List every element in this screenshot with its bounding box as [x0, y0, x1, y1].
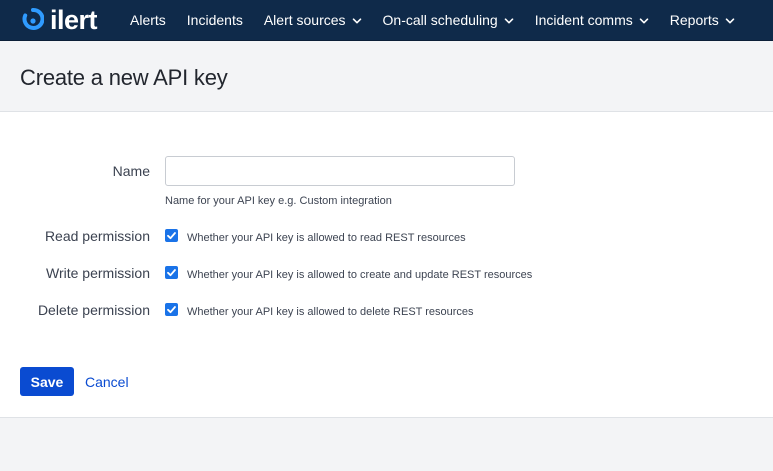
save-button[interactable]: Save	[20, 367, 74, 396]
main-nav: Alerts Incidents Alert sources On-call s…	[130, 0, 756, 41]
nav-item-alerts[interactable]: Alerts	[130, 0, 166, 41]
nav-item-alert-sources[interactable]: Alert sources	[264, 0, 362, 41]
delete-permission-checkbox[interactable]	[165, 303, 178, 316]
chevron-down-icon	[639, 17, 649, 23]
name-input[interactable]	[165, 156, 515, 186]
name-help-text: Name for your API key e.g. Custom integr…	[165, 195, 392, 207]
delete-permission-label: Delete permission	[37, 302, 150, 318]
page-footer-background	[0, 418, 773, 471]
read-permission-help-text: Whether your API key is allowed to read …	[187, 232, 466, 244]
delete-permission-help-text: Whether your API key is allowed to delet…	[187, 306, 474, 318]
page-title: Create a new API key	[20, 65, 228, 90]
write-permission-label: Write permission	[46, 265, 150, 281]
nav-item-label: Reports	[669, 12, 719, 28]
checkmark-icon	[167, 232, 176, 240]
ilert-logo-icon	[22, 8, 44, 30]
nav-item-on-call-scheduling[interactable]: On-call scheduling	[383, 0, 514, 41]
top-navigation-bar: ilert Alerts Incidents Alert sources On-…	[0, 0, 773, 41]
name-label: Name	[112, 163, 150, 179]
read-permission-checkbox[interactable]	[165, 229, 178, 242]
nav-item-label: Alert sources	[263, 12, 346, 28]
write-permission-help-text: Whether your API key is allowed to creat…	[187, 269, 533, 281]
nav-item-label: Alerts	[130, 12, 166, 28]
brand-logo[interactable]: ilert	[22, 5, 98, 35]
api-key-form: Name Name for your API key e.g. Custom i…	[0, 112, 773, 418]
chevron-down-icon	[725, 17, 735, 23]
cancel-link[interactable]: Cancel	[85, 374, 129, 390]
nav-item-incident-comms[interactable]: Incident comms	[535, 0, 649, 41]
nav-item-label: On-call scheduling	[382, 12, 498, 28]
page-header: Create a new API key	[0, 41, 773, 112]
read-permission-label: Read permission	[44, 228, 150, 244]
write-permission-checkbox[interactable]	[165, 266, 178, 279]
nav-item-reports[interactable]: Reports	[670, 0, 735, 41]
brand-name: ilert	[50, 5, 98, 35]
nav-item-incidents[interactable]: Incidents	[187, 0, 243, 41]
chevron-down-icon	[504, 17, 514, 23]
chevron-down-icon	[352, 17, 361, 23]
checkmark-icon	[167, 269, 176, 277]
checkmark-icon	[167, 306, 176, 314]
nav-item-label: Incident comms	[534, 12, 633, 28]
nav-item-label: Incidents	[186, 12, 243, 28]
